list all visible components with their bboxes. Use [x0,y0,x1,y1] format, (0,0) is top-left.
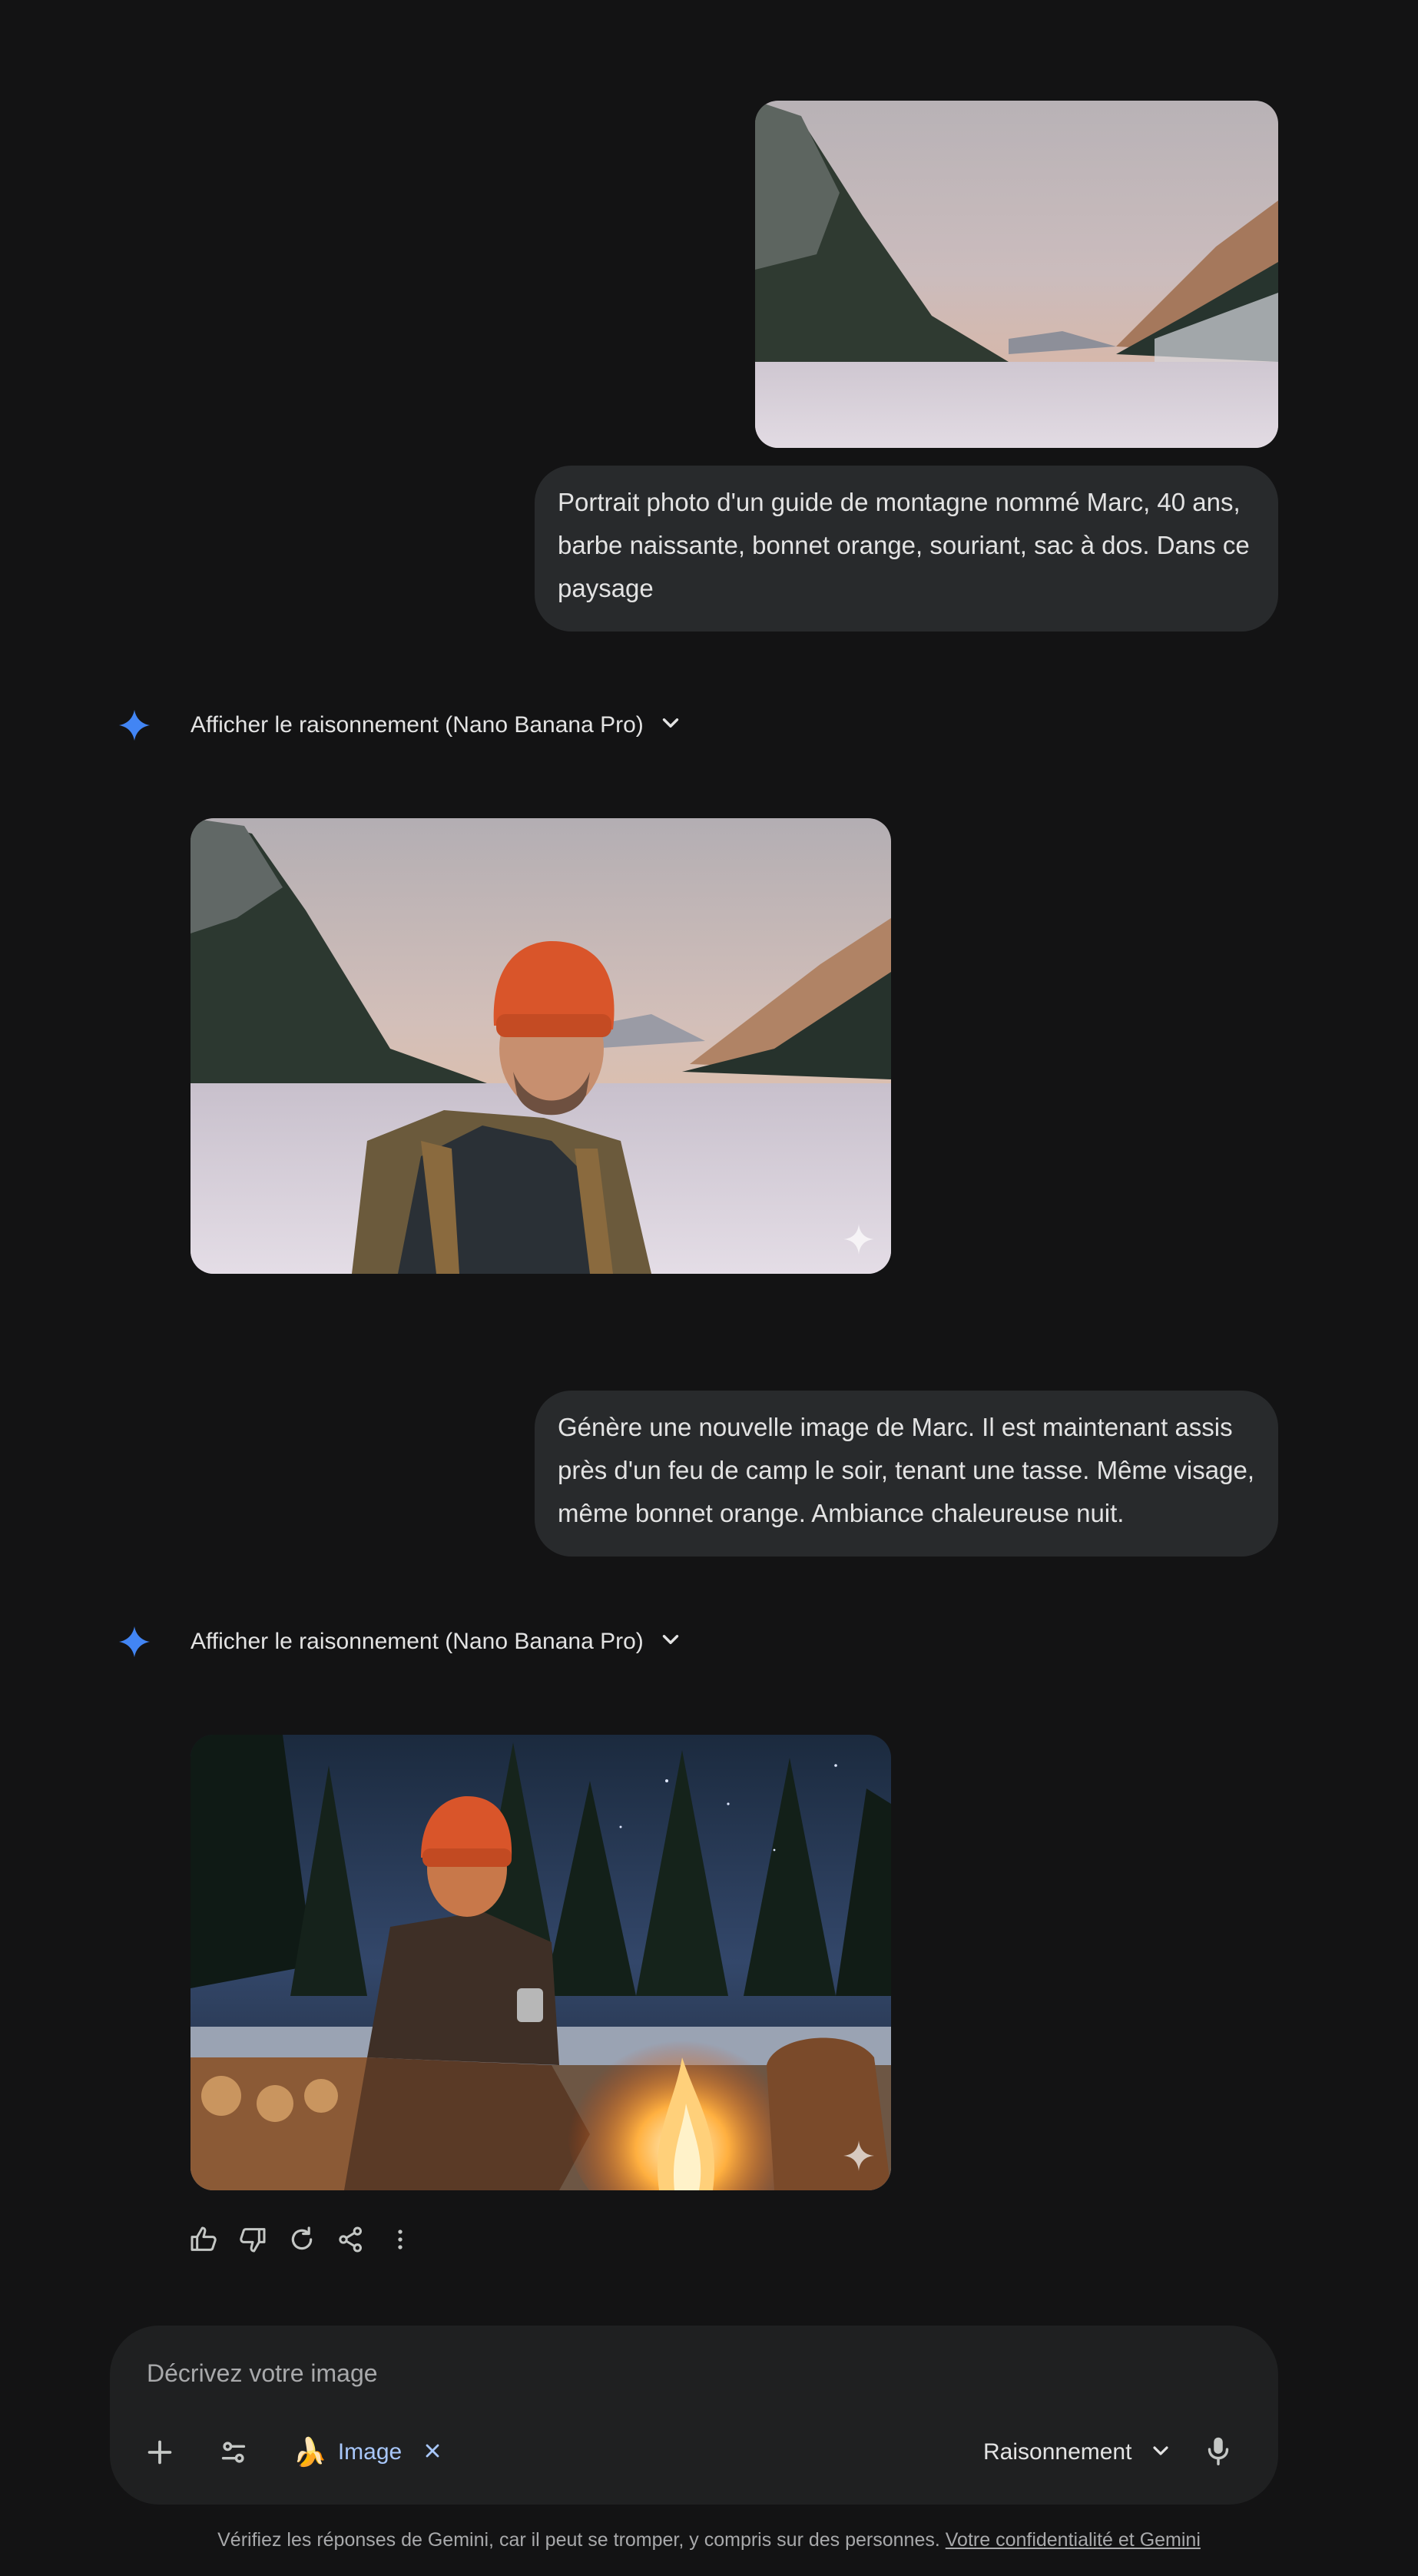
prompt-input[interactable]: Décrivez votre image [147,2359,378,2388]
privacy-link[interactable]: Votre confidentialité et Gemini [946,2529,1201,2551]
user-message-text: Portrait photo d'un guide de montagne no… [558,488,1250,602]
footer-disclaimer: Vérifiez les réponses de Gemini, car il … [0,2529,1418,2551]
reasoning-label: Afficher le raisonnement (Nano Banana Pr… [191,1628,644,1654]
generated-image-campfire[interactable] [191,1735,891,2190]
regenerate-icon[interactable] [287,2224,317,2259]
thumbs-up-icon[interactable] [188,2224,219,2259]
reasoning-label: Afficher le raisonnement (Nano Banana Pr… [191,711,644,738]
chevron-down-icon [658,1626,684,1656]
show-reasoning-toggle[interactable]: Afficher le raisonnement (Nano Banana Pr… [191,710,684,740]
user-message-bubble: Génère une nouvelle image de Marc. Il es… [535,1391,1278,1557]
image-tool-label: Image [337,2439,403,2465]
thumbs-down-icon[interactable] [237,2224,268,2259]
banana-icon: 🍌 [293,2436,327,2468]
generated-image-portrait[interactable] [191,818,891,1274]
show-reasoning-toggle[interactable]: Afficher le raisonnement (Nano Banana Pr… [191,1626,684,1656]
user-message-bubble: Portrait photo d'un guide de montagne no… [535,466,1278,632]
microphone-icon[interactable] [1201,2433,1236,2472]
user-message-text: Génère une nouvelle image de Marc. Il es… [558,1413,1254,1527]
add-icon[interactable] [142,2435,177,2474]
disclaimer-text: Vérifiez les réponses de Gemini, car il … [217,2529,940,2551]
tools-icon[interactable] [216,2435,251,2474]
prompt-composer: Décrivez votre image 🍌 Image Raisonnemen… [110,2326,1278,2505]
user-uploaded-image[interactable] [755,101,1278,448]
mode-label: Raisonnement [983,2439,1132,2465]
image-tool-chip[interactable]: 🍌 Image [293,2433,443,2472]
more-options-icon[interactable] [385,2224,416,2259]
gemini-sparkle-icon [118,1625,151,1663]
chevron-down-icon [1148,2438,1173,2467]
share-icon[interactable] [336,2224,366,2259]
chevron-down-icon [658,710,684,740]
response-actions [188,2224,416,2259]
gemini-sparkle-icon [118,708,151,746]
mode-selector[interactable]: Raisonnement [983,2435,1173,2470]
remove-tool-icon[interactable] [422,2440,443,2465]
